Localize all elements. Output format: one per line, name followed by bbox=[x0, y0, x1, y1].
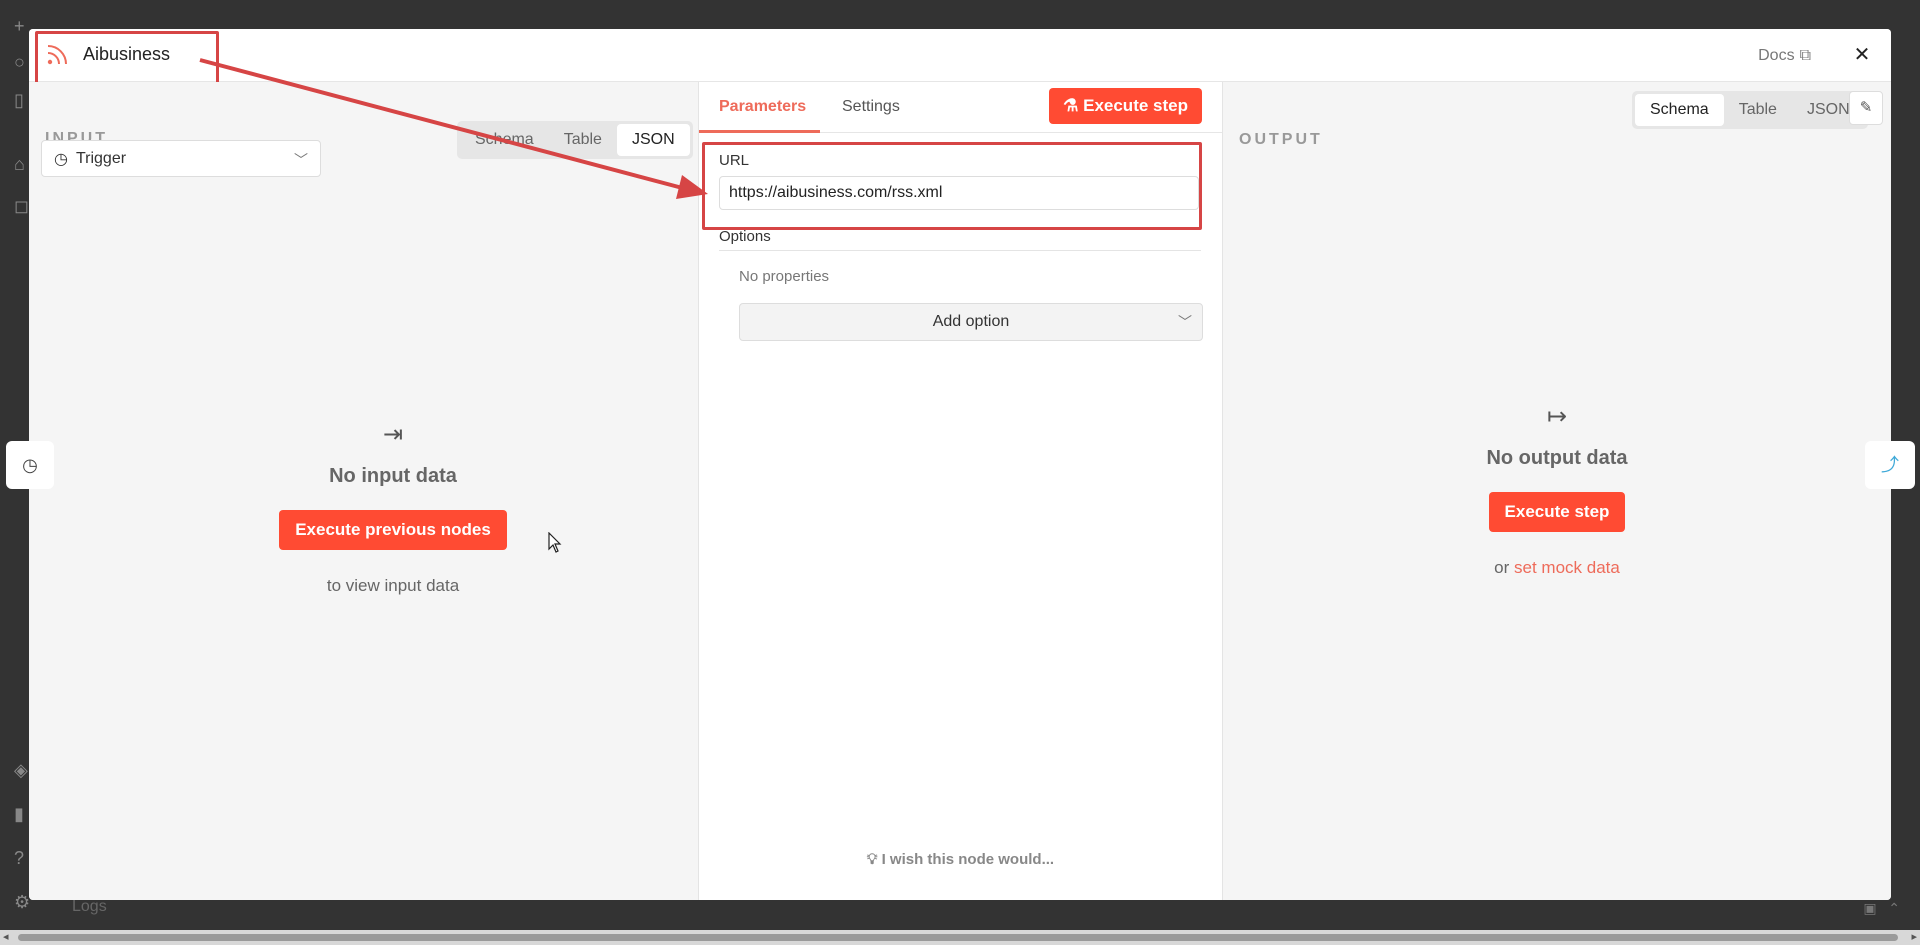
execute-step-label: Execute step bbox=[1083, 96, 1188, 115]
mock-data-hint: or set mock data bbox=[1327, 558, 1787, 578]
template-icon: ◈ bbox=[14, 760, 28, 780]
feedback-link[interactable]: 💡︎ I wish this node would... bbox=[699, 851, 1222, 868]
history-button[interactable]: ◷ bbox=[6, 441, 54, 489]
arrow-from-line-icon: ↦ bbox=[1546, 403, 1568, 430]
input-tab-table[interactable]: Table bbox=[549, 124, 617, 156]
parameters-tabs: Parameters Settings ⚗ Execute step bbox=[699, 82, 1222, 133]
lightbulb-icon: 💡︎ bbox=[866, 851, 878, 868]
output-tab-table[interactable]: Table bbox=[1724, 94, 1792, 126]
logs-label[interactable]: Logs bbox=[72, 898, 107, 916]
add-option-label: Add option bbox=[932, 313, 1010, 330]
docs-link[interactable]: Docs ⧉ bbox=[1758, 47, 1811, 65]
output-tab-schema[interactable]: Schema bbox=[1635, 94, 1724, 126]
tab-settings[interactable]: Settings bbox=[842, 98, 900, 116]
options-divider bbox=[719, 250, 1201, 251]
output-execute-step-button[interactable]: Execute step bbox=[1488, 492, 1626, 532]
input-panel: INPUT Schema Table JSON ◷ Trigger ﹀ ⇥ No… bbox=[29, 82, 698, 900]
edit-output-button[interactable]: ✎ bbox=[1849, 91, 1883, 125]
tab-parameters[interactable]: Parameters bbox=[719, 98, 806, 116]
no-properties-text: No properties bbox=[739, 268, 830, 285]
modal-header: Aibusiness Docs ⧉ ✕ bbox=[29, 29, 1891, 86]
trigger-select-value: Trigger bbox=[75, 149, 127, 167]
flask-icon: ⚗ bbox=[1063, 96, 1079, 115]
options-label: Options bbox=[719, 228, 771, 245]
horizontal-scrollbar[interactable]: ◂ ▸ bbox=[0, 930, 1920, 945]
node-modal: Aibusiness Docs ⧉ ✕ INPUT Schema Table J… bbox=[29, 29, 1891, 900]
external-link-icon: ⧉ bbox=[1799, 47, 1811, 64]
output-panel: OUTPUT Schema Table JSON ✎ ↦ No output d… bbox=[1223, 82, 1891, 900]
chevron-down-icon: ﹀ bbox=[1178, 314, 1192, 330]
add-option-dropdown[interactable]: Add option ﹀ bbox=[739, 303, 1203, 341]
input-empty-state: ⇥ No input data Execute previous nodes t… bbox=[163, 420, 623, 596]
scroll-left-icon[interactable]: ◂ bbox=[3, 930, 9, 945]
logs-controls: ▣ ⌃ bbox=[1863, 900, 1900, 916]
chat-icon: ◻ bbox=[14, 196, 29, 216]
history-icon: ◷ bbox=[22, 455, 38, 475]
active-tab-underline bbox=[699, 130, 820, 133]
arrow-to-line-icon: ⇥ bbox=[382, 421, 404, 448]
output-label: OUTPUT bbox=[1239, 131, 1323, 148]
output-empty-title: No output data bbox=[1486, 447, 1628, 469]
parameters-panel: Parameters Settings ⚗ Execute step URL h… bbox=[698, 82, 1223, 900]
annotation-title-box bbox=[35, 31, 219, 86]
set-mock-data-link[interactable]: set mock data bbox=[1514, 558, 1620, 577]
or-text: or bbox=[1494, 558, 1510, 577]
branch-arrow-icon: ⤴ bbox=[1881, 455, 1899, 475]
plus-icon: + bbox=[14, 16, 25, 36]
execute-step-button[interactable]: ⚗ Execute step bbox=[1049, 88, 1202, 124]
insights-icon: ▮ bbox=[14, 804, 24, 824]
input-empty-title: No input data bbox=[329, 465, 457, 487]
home-icon: ⌂ bbox=[14, 154, 25, 174]
execute-previous-nodes-button[interactable]: Execute previous nodes bbox=[279, 510, 507, 550]
settings-icon: ⚙ bbox=[14, 892, 31, 912]
input-view-tabs: Schema Table JSON bbox=[457, 121, 693, 159]
panel-icon: ▯ bbox=[14, 90, 24, 110]
scrollbar-thumb[interactable] bbox=[18, 934, 1898, 941]
input-tab-json[interactable]: JSON bbox=[616, 124, 690, 156]
input-tab-schema[interactable]: Schema bbox=[460, 124, 549, 156]
pencil-icon: ✎ bbox=[1859, 99, 1873, 116]
trigger-select[interactable]: ◷ Trigger ﹀ bbox=[41, 140, 321, 177]
node-creator-button[interactable]: ⤴ bbox=[1865, 441, 1915, 489]
annotation-url-box bbox=[702, 142, 1202, 230]
docs-label[interactable]: Docs bbox=[1758, 47, 1794, 65]
output-empty-state: ↦ No output data Execute step or set moc… bbox=[1327, 402, 1787, 578]
output-view-tabs: Schema Table JSON bbox=[1632, 91, 1868, 129]
help-icon: ? bbox=[14, 848, 25, 868]
clock-icon: ◷ bbox=[54, 150, 68, 168]
search-icon: ○ bbox=[14, 52, 25, 72]
feedback-text: I wish this node would... bbox=[881, 851, 1055, 868]
mouse-cursor-icon bbox=[548, 532, 562, 553]
chevron-down-icon: ﹀ bbox=[294, 152, 308, 168]
scroll-right-icon[interactable]: ▸ bbox=[1911, 930, 1917, 945]
input-empty-hint: to view input data bbox=[326, 576, 460, 595]
close-button[interactable]: ✕ bbox=[1851, 44, 1873, 66]
